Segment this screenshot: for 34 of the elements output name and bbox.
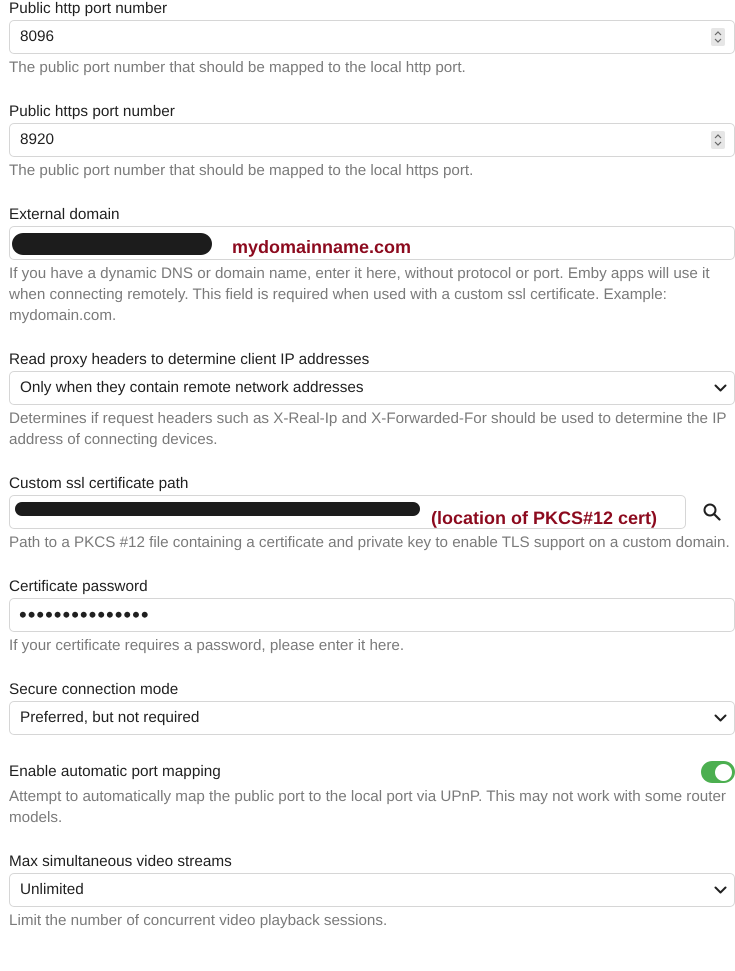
select-dropdown[interactable]: Unlimited bbox=[9, 873, 735, 907]
field-description: If you have a dynamic DNS or domain name, enter it here, without protocol or port. Emby apps will use it when connecting remotely. This field is required when used with a custom ssl certificate. Example: mydomain.com. bbox=[9, 264, 711, 326]
field-label: Secure connection mode bbox=[9, 681, 178, 699]
chevron-down-icon bbox=[714, 714, 727, 722]
field-description: Attempt to automatically map the public port to the local port via UPnP. This may not work with some router models. bbox=[9, 787, 727, 828]
annotation-text: mydomainname.com bbox=[232, 237, 412, 257]
field-description: The public port number that should be mapped to the local http port. bbox=[9, 58, 467, 78]
search-icon bbox=[703, 503, 721, 521]
field-description: Limit the number of concurrent video playback sessions. bbox=[9, 911, 388, 931]
chevron-down-icon bbox=[714, 886, 727, 894]
annotation-text: (location of PKCS#12 cert) bbox=[431, 508, 658, 528]
select-dropdown[interactable]: Only when they contain remote network addresses bbox=[9, 371, 735, 405]
select-dropdown[interactable]: Preferred, but not required bbox=[9, 701, 735, 735]
number-input[interactable]: 8920 bbox=[9, 123, 735, 157]
chevron-down-icon bbox=[714, 384, 727, 392]
field-label: Public http port number bbox=[9, 0, 168, 18]
field-description: If your certificate requires a password, please enter it here. bbox=[9, 636, 406, 656]
field-description: The public port number that should be mapped to the local https port. bbox=[9, 161, 474, 181]
spinner-icon[interactable] bbox=[711, 28, 725, 46]
password-input[interactable]: ••••••••••••••• bbox=[9, 598, 735, 632]
field-label: External domain bbox=[9, 206, 120, 224]
number-input[interactable]: 8096 bbox=[9, 20, 735, 54]
field-label: Enable automatic port mapping bbox=[9, 763, 221, 781]
field-description: Path to a PKCS #12 file containing a certificate and private key to enable TLS support on a custom domain. bbox=[9, 533, 731, 553]
field-label: Certificate password bbox=[9, 578, 148, 596]
text-input[interactable]: mydomainname.com bbox=[9, 226, 735, 260]
field-description: Determines if request headers such as X-Real-Ip and X-Forwarded-For should be used to determine the IP address of connecting devices. bbox=[9, 409, 728, 450]
field-label: Custom ssl certificate path bbox=[9, 475, 188, 493]
spinner-icon[interactable] bbox=[711, 131, 725, 149]
toggle-switch[interactable] bbox=[701, 761, 735, 783]
field-label: Public https port number bbox=[9, 103, 175, 121]
path-input[interactable]: (location of PKCS#12 cert) bbox=[9, 495, 686, 529]
field-label: Read proxy headers to determine client IP addresses bbox=[9, 351, 370, 369]
field-label: Max simultaneous video streams bbox=[9, 853, 232, 871]
